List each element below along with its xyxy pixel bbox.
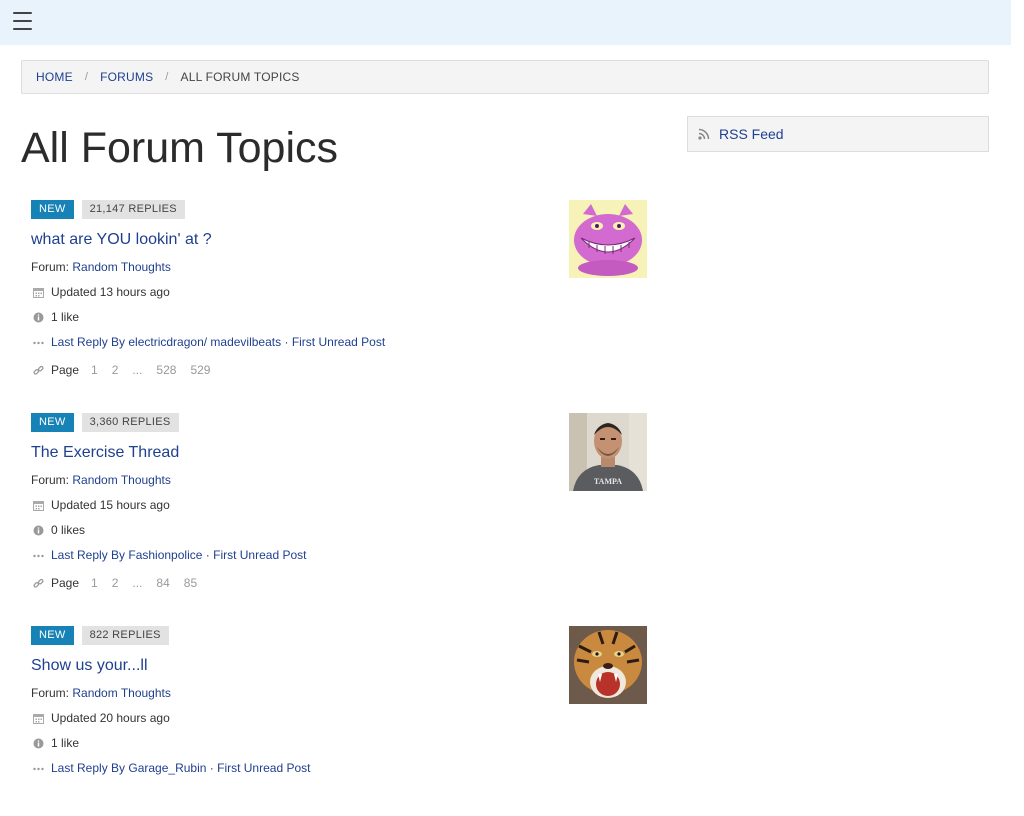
ellipsis-icon (31, 767, 45, 771)
likes-text: 0 likes (51, 523, 86, 537)
breadcrumb: HOME / FORUMS / ALL FORUM TOPICS (21, 60, 989, 94)
forum-link[interactable]: Random Thoughts (72, 468, 171, 493)
topic-updated: Updated 20 hours ago (31, 706, 647, 731)
replies-badge: 822 REPLIES (81, 626, 169, 645)
breadcrumb-forums[interactable]: FORUMS (100, 70, 153, 84)
tiger-avatar[interactable] (569, 626, 647, 704)
topic-forum: Forum: Random Thoughts (31, 681, 647, 706)
page-ellipsis: ... (132, 363, 143, 377)
topic-title-link[interactable]: Show us your...ll (31, 656, 647, 676)
ellipsis-icon (31, 341, 45, 345)
new-badge: NEW (31, 413, 74, 432)
page-link[interactable]: 85 (184, 571, 197, 596)
topic-forum: Forum: Random Thoughts (31, 255, 647, 280)
forum-prefix: Forum: (31, 686, 70, 700)
info-icon (31, 525, 45, 536)
updated-text: Updated 13 hours ago (51, 285, 170, 299)
topic-item: NEW 3,360 REPLIES The Exercise Thread Fo… (31, 413, 647, 603)
new-badge: NEW (31, 200, 74, 219)
calendar-icon (31, 287, 45, 298)
topic-likes: 0 likes (31, 518, 647, 543)
menu-icon[interactable] (13, 12, 32, 31)
page-ellipsis: ... (132, 576, 143, 590)
forum-link[interactable]: Random Thoughts (72, 681, 171, 706)
calendar-icon (31, 713, 45, 724)
first-unread-link[interactable]: First Unread Post (217, 756, 310, 781)
topic-likes: 1 like (31, 731, 647, 756)
topic-item: NEW 822 REPLIES Show us your...ll Forum:… (31, 626, 647, 816)
link-icon (31, 578, 45, 589)
top-bar (0, 0, 1011, 45)
new-badge: NEW (31, 626, 74, 645)
page-link[interactable]: 529 (190, 358, 210, 383)
page-link[interactable]: 1 (91, 571, 98, 596)
breadcrumb-separator: / (84, 71, 89, 83)
page-link[interactable]: 84 (156, 571, 169, 596)
page-label: Page (51, 363, 80, 377)
rss-feed-label: RSS Feed (719, 126, 784, 142)
pagination: Page 1 2 ... 84 85 (31, 571, 647, 596)
info-icon (31, 738, 45, 749)
calendar-icon (31, 500, 45, 511)
updated-text: Updated 20 hours ago (51, 711, 170, 725)
breadcrumb-home[interactable]: HOME (36, 70, 73, 84)
topic-updated: Updated 13 hours ago (31, 280, 647, 305)
ellipsis-icon (31, 554, 45, 558)
rss-feed-link[interactable]: RSS Feed (687, 116, 989, 152)
replies-badge: 21,147 REPLIES (81, 200, 185, 219)
last-reply-link[interactable]: Last Reply By Garage_Rubin (51, 756, 206, 781)
link-icon (31, 365, 45, 376)
page-label: Page (51, 576, 80, 590)
topic-forum: Forum: Random Thoughts (31, 468, 647, 493)
forum-prefix: Forum: (31, 260, 70, 274)
topic-title-link[interactable]: what are YOU lookin' at ? (31, 230, 647, 250)
topic-likes: 1 like (31, 305, 647, 330)
likes-text: 1 like (51, 736, 80, 750)
topic-last-reply: Last Reply By Fashionpolice · First Unre… (31, 543, 647, 568)
cheshire-cat-avatar[interactable] (569, 200, 647, 278)
meta-separator: · (209, 761, 214, 775)
meta-separator: · (205, 548, 210, 562)
topic-last-reply: Last Reply By Garage_Rubin · First Unrea… (31, 756, 647, 781)
breadcrumb-separator: / (165, 71, 169, 83)
pagination: Page 1 2 ... 528 529 (31, 358, 647, 383)
first-unread-link[interactable]: First Unread Post (292, 330, 385, 355)
meta-separator: · (284, 335, 289, 349)
forum-link[interactable]: Random Thoughts (72, 255, 171, 280)
last-reply-link[interactable]: Last Reply By Fashionpolice (51, 543, 202, 568)
page-link[interactable]: 2 (112, 358, 119, 383)
first-unread-link[interactable]: First Unread Post (213, 543, 306, 568)
man-tampa-shirt-avatar[interactable]: TAMPA (569, 413, 647, 491)
page-link[interactable]: 1 (91, 358, 98, 383)
last-reply-link[interactable]: Last Reply By electricdragon/ madevilbea… (51, 330, 281, 355)
likes-text: 1 like (51, 310, 80, 324)
info-icon (31, 312, 45, 323)
rss-icon (698, 128, 710, 140)
forum-prefix: Forum: (31, 473, 70, 487)
topic-last-reply: Last Reply By electricdragon/ madevilbea… (31, 330, 647, 355)
updated-text: Updated 15 hours ago (51, 498, 170, 512)
topic-item: NEW 21,147 REPLIES what are YOU lookin' … (31, 200, 647, 390)
page-link[interactable]: 528 (156, 358, 176, 383)
page-link[interactable]: 2 (112, 571, 119, 596)
breadcrumb-current: ALL FORUM TOPICS (180, 70, 300, 84)
topic-updated: Updated 15 hours ago (31, 493, 647, 518)
page-title: All Forum Topics (21, 124, 339, 172)
topic-title-link[interactable]: The Exercise Thread (31, 443, 647, 463)
avatar-shirt-text: TAMPA (594, 477, 622, 486)
replies-badge: 3,360 REPLIES (81, 413, 179, 432)
